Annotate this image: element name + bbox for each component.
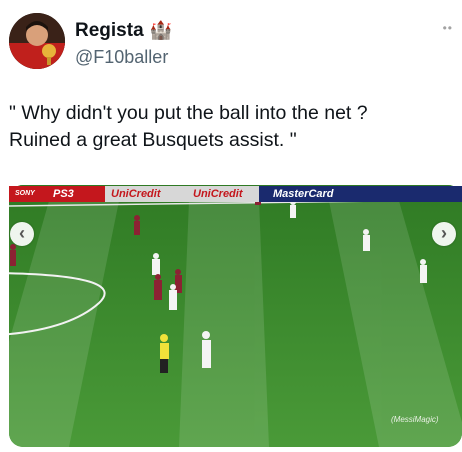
display-name-text: Regista <box>75 20 144 41</box>
football-pitch-image <box>9 185 462 447</box>
user-handle[interactable]: @F10baller <box>75 47 168 68</box>
ad-unicredit-1: UniCredit <box>111 188 161 200</box>
ad-mastercard: MasterCard <box>273 188 334 200</box>
advertising-board: SONY PS3 UniCredit UniCredit MasterCard <box>9 186 462 202</box>
tweet-text: " Why didn't you put the ball into the n… <box>9 102 368 151</box>
tweet-media[interactable]: (MessiMagic) <box>9 185 462 447</box>
previous-arrow-icon[interactable]: ‹ <box>10 222 34 246</box>
ad-unicredit-2: UniCredit <box>193 188 243 200</box>
more-options-icon[interactable]: •• <box>443 21 453 35</box>
avatar-image <box>9 13 65 69</box>
next-arrow-icon[interactable]: › <box>432 222 456 246</box>
avatar[interactable] <box>9 13 65 69</box>
ad-ps3: PS3 <box>53 188 74 200</box>
watermark: (MessiMagic) <box>391 415 439 424</box>
ad-sony: SONY <box>15 190 35 197</box>
display-name[interactable]: Regista 🏰 <box>75 20 172 42</box>
castle-icon: 🏰 <box>149 20 173 40</box>
tweet-header: Regista 🏰 @F10baller •• <box>9 13 453 73</box>
